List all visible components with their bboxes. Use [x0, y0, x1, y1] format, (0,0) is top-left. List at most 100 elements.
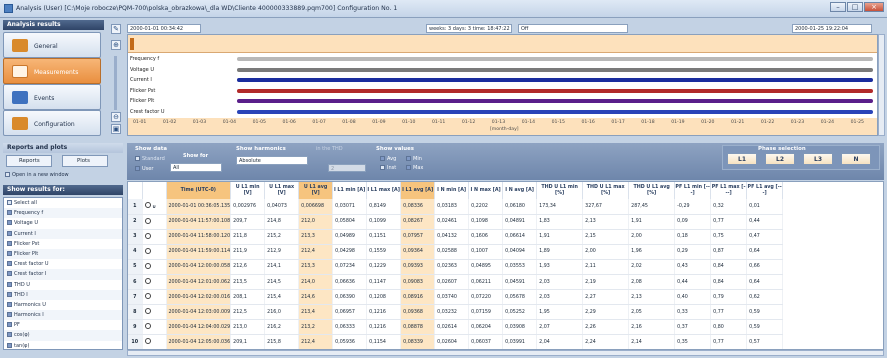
result-item[interactable]: Select all	[4, 198, 122, 208]
fit-icon[interactable]: ▣	[111, 124, 121, 134]
zoom-in-icon[interactable]: ⊕	[111, 40, 121, 50]
result-item[interactable]: Current I	[4, 228, 122, 239]
analysis-results-header: Analysis results	[3, 20, 104, 30]
result-item-label: Crest factor U	[14, 261, 49, 268]
channel-label: Crest factor U	[130, 108, 165, 115]
nav-general[interactable]: General	[3, 32, 101, 58]
table-scrollbar[interactable]	[127, 350, 884, 356]
column-header[interactable]: U L1 avg [V]	[298, 182, 334, 199]
nav-measurements[interactable]: Measurements	[3, 58, 101, 84]
column-header[interactable]: THD U L1 min [%]	[536, 182, 584, 199]
channel-bar	[237, 78, 874, 82]
result-item-label: Flicker Pst	[14, 240, 40, 247]
result-item[interactable]: Crest factor U	[4, 259, 122, 269]
result-item[interactable]: Harmonics U	[4, 300, 122, 310]
maximize-button[interactable]: □	[847, 2, 863, 12]
table-row[interactable]: 10 2000-01-04 12:05:00.036 209,1 215,8 212,4…	[128, 334, 784, 349]
column-header[interactable]: THD U L1 avg [%]	[628, 182, 676, 199]
column-header[interactable]: I L1 max [A]	[366, 182, 402, 199]
end-time-field[interactable]: 2000-01-25 19:22:04	[792, 24, 872, 33]
axis-tick-label: 01-16	[581, 120, 595, 125]
column-header[interactable]: U L1 min [V]	[230, 182, 266, 199]
axis-tick-label: 01-06	[282, 120, 296, 125]
timeline-range-bar[interactable]	[128, 35, 877, 53]
show-for-select[interactable]: All	[170, 163, 222, 172]
open-new-window-checkbox[interactable]: Open in a new window	[5, 172, 69, 178]
inst-checkbox[interactable]: Inst	[380, 165, 396, 171]
phase-l1-button[interactable]: L1	[727, 153, 757, 165]
table-row[interactable]: 5 2000-01-04 12:00:00.058 212,6 214,1 213,3 0…	[128, 259, 784, 275]
table-cell: 0,1229	[366, 259, 402, 275]
result-item[interactable]: Voltage U	[4, 218, 122, 228]
close-button[interactable]: ×	[864, 2, 884, 12]
column-header[interactable]: I L1 min [A]	[332, 182, 368, 199]
table-row[interactable]: 4 2000-01-04 11:59:00.114 211,9 212,9 212,4 0…	[128, 244, 784, 260]
reports-button[interactable]: Reports	[6, 155, 52, 167]
table-cell: 2,04	[536, 334, 584, 349]
timeline-panel[interactable]: Frequency f Voltage U Current I Flicker Pst…	[127, 34, 878, 136]
edit-icon[interactable]: ✎	[111, 24, 121, 34]
column-header[interactable]: THD U L1 max [%]	[582, 182, 630, 199]
user-radio[interactable]: User	[135, 166, 153, 172]
nav-configuration[interactable]: Configuration	[3, 110, 101, 136]
column-header[interactable]: I N min [A]	[434, 182, 470, 199]
data-table[interactable]: Time (UTC-0) U L1 min [V] U L1 max [V] U L1…	[127, 181, 884, 350]
minimize-button[interactable]: –	[830, 2, 846, 12]
max-checkbox[interactable]: Max	[406, 165, 423, 171]
column-header[interactable]	[142, 182, 167, 199]
phase-n-button[interactable]: N	[841, 153, 871, 165]
phase-l2-button[interactable]: L2	[765, 153, 795, 165]
table-row[interactable]: 2 2000-01-04 11:57:00.108 209,7 214,8 212,0 0…	[128, 214, 784, 230]
duration-field[interactable]: weeks: 3 days: 3 time: 18:47:22	[426, 24, 512, 33]
result-item[interactable]: PF	[4, 320, 122, 330]
result-item[interactable]: Flicker Plt	[4, 248, 122, 260]
table-row[interactable]: 6 2000-01-04 12:01:00.062 213,5 214,5 214,0 0…	[128, 274, 784, 291]
column-header[interactable]: I N avg [A]	[502, 182, 538, 199]
table-row[interactable]: 9 2000-01-04 12:04:00.029 213,0 216,2 213,2 0…	[128, 319, 784, 336]
mode-select[interactable]: Off	[518, 24, 628, 33]
table-cell: 0,06333	[332, 319, 368, 336]
table-row[interactable]: 8 2000-01-04 12:03:00.009 212,5 216,0 213,4 0…	[128, 304, 784, 321]
table-cell: 0,37	[674, 319, 712, 336]
table-row[interactable]: 1 ∪ 2000-01-01 00:36:05.135 0,002976 0,0407…	[128, 199, 784, 215]
column-header[interactable]: I L1 avg [A]	[400, 182, 436, 199]
avg-checkbox[interactable]: Avg	[380, 156, 396, 162]
plots-button[interactable]: Plots	[62, 155, 108, 167]
start-time-field[interactable]: 2000-01-01 00:34:42	[127, 24, 201, 33]
phase-selection-title: Phase selection	[758, 146, 806, 152]
table-row[interactable]: 7 2000-01-04 12:02:00.016 208,1 215,4 214,6 0…	[128, 289, 784, 306]
phase-l3-button[interactable]: L3	[803, 153, 833, 165]
result-item[interactable]: cos(φ)	[4, 330, 122, 341]
column-header[interactable]: PF L1 avg [---]	[746, 182, 784, 199]
result-item[interactable]: THD U	[4, 280, 122, 290]
harmonics-mode-select[interactable]: Absolute	[236, 156, 308, 165]
table-cell: 0,03232	[434, 304, 470, 321]
range-start-handle[interactable]	[130, 38, 134, 50]
result-item[interactable]: Frequency f	[4, 208, 122, 219]
zoom-slider[interactable]	[114, 56, 117, 110]
standard-radio[interactable]: Standard	[135, 156, 165, 162]
result-item[interactable]: THD I	[4, 289, 122, 300]
min-checkbox[interactable]: Min	[406, 156, 422, 162]
column-header[interactable]: PF L1 max [---]	[710, 182, 748, 199]
result-item[interactable]: Harmonics I	[4, 310, 122, 321]
checkbox-icon	[7, 240, 12, 246]
results-list[interactable]: Select all Frequency f Voltage U Current I F…	[3, 197, 123, 350]
column-header[interactable]: PF L1 min [---]	[674, 182, 712, 199]
table-cell: 0,03071	[332, 199, 368, 215]
result-item[interactable]: Crest factor I	[4, 269, 122, 280]
events-icon	[12, 91, 28, 104]
column-header[interactable]	[128, 182, 143, 199]
harmonic-order-field[interactable]: 2	[328, 164, 366, 172]
column-header[interactable]: U L1 max [V]	[264, 182, 300, 199]
app-icon	[4, 4, 13, 13]
result-item[interactable]: Flicker Pst	[4, 239, 122, 249]
nav-events[interactable]: Events	[3, 84, 101, 110]
zoom-out-icon[interactable]: ⊖	[111, 112, 121, 122]
result-item[interactable]: tan(φ)	[4, 341, 122, 349]
table-row[interactable]: 3 2000-01-04 11:58:00.120 211,8 215,2 213,3 0…	[128, 229, 784, 245]
table-cell: 0,03908	[502, 319, 538, 336]
column-header[interactable]: Time (UTC-0)	[166, 182, 232, 199]
timeline-scrollbar[interactable]	[878, 34, 885, 136]
column-header[interactable]: I N max [A]	[468, 182, 504, 199]
